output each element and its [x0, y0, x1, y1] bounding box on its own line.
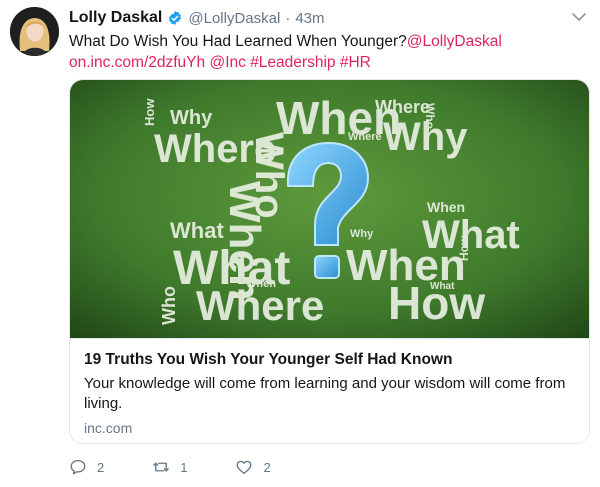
author-handle[interactable]: @LollyDaskal [188, 10, 280, 27]
card-body: 19 Truths You Wish Your Younger Self Had… [70, 338, 589, 436]
retweet-button[interactable]: 1 [152, 458, 187, 476]
chalk-word: Where [348, 131, 382, 143]
chalk-word: How [388, 277, 485, 329]
like-button[interactable]: 2 [235, 458, 271, 476]
chalk-word: Why [170, 107, 213, 129]
tweet-header: Lolly Daskal @LollyDaskal · 43m [69, 7, 325, 29]
avatar-image [10, 7, 59, 56]
link-card[interactable]: How Why Where Who When Where Why Where W… [69, 79, 590, 444]
separator: · [285, 9, 291, 27]
mention-link[interactable]: @LollyDaskal [407, 33, 502, 50]
reply-button[interactable]: 2 [69, 458, 104, 476]
retweet-icon [153, 462, 170, 472]
mention-link-inc[interactable]: @Inc [209, 54, 245, 71]
tweet-main-text: What Do Wish You Had Learned When Younge… [69, 33, 407, 50]
card-domain: inc.com [84, 420, 133, 436]
tweet-actions: 2 1 2 [69, 455, 319, 479]
retweet-count: 1 [180, 459, 188, 475]
chalk-word: Why [350, 228, 374, 240]
card-title[interactable]: 19 Truths You Wish Your Younger Self Had… [84, 350, 575, 370]
chalk-word: Where [375, 97, 430, 117]
chalk-word: Who [423, 103, 437, 129]
card-description: Your knowledge will come from learning a… [84, 375, 566, 412]
reply-count: 2 [97, 459, 105, 475]
card-image: How Why Where Who When Where Why Where W… [70, 80, 589, 338]
tweet-text: What Do Wish You Had Learned When Younge… [69, 31, 589, 73]
hashtag-hr[interactable]: #HR [340, 54, 371, 71]
avatar[interactable] [10, 7, 59, 56]
verified-badge-icon [169, 11, 182, 25]
chalk-word: When [220, 181, 269, 301]
author-name[interactable]: Lolly Daskal [69, 9, 162, 27]
chalk-word: What [170, 218, 224, 243]
caret-down-icon[interactable] [570, 8, 588, 26]
url-link[interactable]: on.inc.com/2dzfuYh [69, 54, 205, 71]
like-count: 2 [263, 459, 271, 475]
chalk-word: Who [159, 286, 179, 325]
like-icon [237, 460, 252, 475]
timestamp[interactable]: 43m [295, 10, 324, 27]
reply-icon [70, 459, 86, 475]
chalk-word: How [142, 98, 157, 126]
chalk-word: How [457, 235, 471, 261]
hashtag-leadership[interactable]: #Leadership [250, 54, 335, 71]
